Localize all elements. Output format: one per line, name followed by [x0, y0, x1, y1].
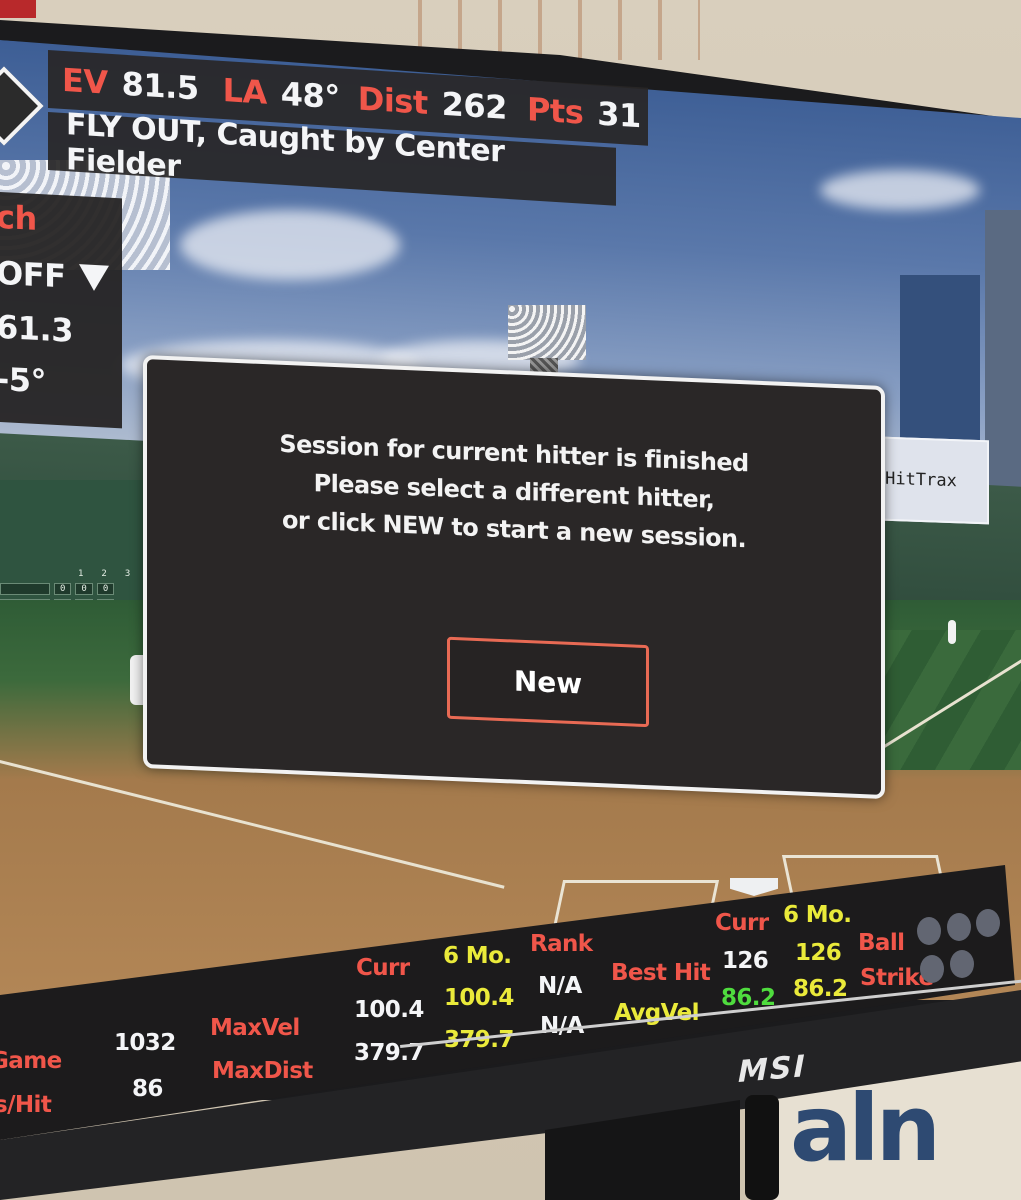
monitor-cable: [745, 1095, 779, 1200]
ev-label: EV: [62, 60, 108, 102]
pitch-panel: ch OFF 61.3 -5°: [0, 192, 122, 429]
pts-label: Pts: [526, 90, 584, 132]
cloud: [820, 170, 980, 210]
la-value: 48°: [280, 74, 340, 117]
batters-box-left: [546, 880, 720, 956]
batters-box-right: [781, 855, 955, 931]
dialog-message: Session for current hitter is finished P…: [147, 419, 881, 564]
dist-value: 262: [441, 84, 507, 127]
new-session-button[interactable]: New: [447, 636, 649, 728]
pitch-angle-value: -5°: [0, 359, 47, 401]
inning-score: 0: [75, 583, 93, 595]
background-poster-letters: aln: [790, 1075, 941, 1182]
inning-label: 3: [124, 569, 131, 579]
pts-value: 31: [597, 94, 641, 136]
la-label: LA: [222, 70, 267, 112]
skyline-tower: [985, 210, 1021, 510]
monitor-brand-logo: MSI: [738, 1048, 807, 1091]
triangle-down-icon: [79, 264, 110, 292]
inning-label: 1: [78, 569, 84, 579]
pitch-speed-value: 61.3: [0, 307, 73, 350]
session-finished-dialog: Session for current hitter is finished P…: [143, 355, 885, 800]
pitch-mode-select[interactable]: OFF: [0, 253, 110, 298]
inning-score: 0: [96, 583, 115, 595]
inning-score: 0: [54, 583, 72, 595]
dist-label: Dist: [357, 79, 428, 122]
cloud: [180, 210, 400, 280]
fielder-player: [948, 620, 956, 644]
pitch-panel-title: ch: [0, 197, 37, 238]
background-red-object: [0, 0, 36, 18]
inning-label: 2: [101, 569, 107, 579]
ev-value: 81.5: [121, 64, 199, 108]
pitch-mode-value: OFF: [0, 253, 66, 296]
stadium-light-tower: [508, 305, 586, 360]
team-name: [0, 583, 50, 595]
